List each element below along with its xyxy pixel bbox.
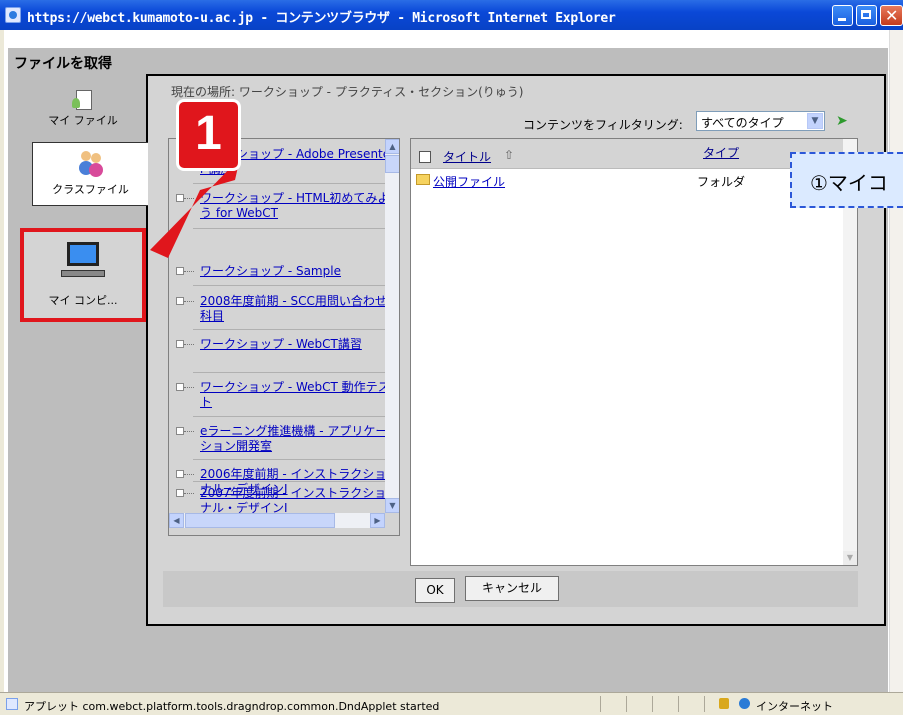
tab-my-computer[interactable]: マイ コンピ...	[20, 228, 146, 322]
tree-expander[interactable]	[176, 297, 184, 305]
folder-icon	[416, 174, 430, 185]
tree-expander[interactable]	[176, 383, 184, 391]
list-item-type: フォルダ	[697, 175, 746, 189]
tree-vertical-scrollbar[interactable]: ▲ ▼	[385, 139, 399, 513]
column-title-header[interactable]: タイトル	[443, 148, 491, 165]
chevron-down-icon[interactable]: ▼	[807, 113, 823, 129]
status-text: アプレット com.webct.platform.tools.dragndrop…	[24, 700, 440, 713]
minimize-button[interactable]	[832, 5, 853, 26]
go-arrow-icon[interactable]: ➤	[836, 113, 848, 129]
scroll-up-icon[interactable]: ▲	[385, 139, 399, 154]
tree-item-link[interactable]: ワークショップ - WebCT 動作テスト	[200, 380, 392, 410]
maximize-icon	[861, 10, 871, 19]
my-files-icon	[70, 88, 96, 112]
close-icon: ✕	[885, 6, 899, 25]
tab-my-files[interactable]: マイ ファイル	[28, 88, 138, 138]
filter-label: コンテンツをフィルタリング:	[523, 118, 683, 132]
scroll-left-icon[interactable]: ◀	[169, 513, 184, 528]
class-files-icon	[78, 149, 104, 173]
dialog-title: ファイルを取得	[14, 56, 112, 72]
tree-item-link[interactable]: ワークショップ - Sample	[200, 264, 392, 279]
tree-item-link[interactable]: eラーニング推進機構 - アプリケーション開発室	[200, 424, 392, 454]
maximize-button[interactable]	[856, 5, 877, 26]
sort-icon: ⇧	[504, 148, 515, 162]
tree-expander[interactable]	[176, 340, 184, 348]
current-location: 現在の場所: ワークショップ - プラクティス・セクション(りゅう)	[171, 85, 524, 99]
tree-expander[interactable]	[176, 489, 184, 497]
scroll-down-icon[interactable]: ▼	[843, 551, 857, 565]
tree-expander[interactable]	[176, 470, 184, 478]
title-bar: https://webct.kumamoto-u.ac.jp - コンテンツブラ…	[0, 0, 903, 30]
list-header: タイトル ⇧ タイプ	[411, 139, 843, 169]
status-bar: アプレット com.webct.platform.tools.dragndrop…	[0, 692, 903, 715]
tab-my-files-label: マイ ファイル	[48, 114, 118, 127]
lock-icon	[719, 698, 729, 709]
annotation-callout: ①マイコ	[790, 152, 903, 208]
list-item[interactable]: 公開ファイル フォルダ	[411, 169, 843, 191]
tab-my-computer-label: マイ コンピ...	[48, 294, 118, 307]
scroll-down-icon[interactable]: ▼	[385, 498, 399, 513]
page-icon	[6, 698, 18, 710]
tree-item-link[interactable]: ワークショップ - WebCT講習	[200, 337, 392, 352]
scroll-thumb[interactable]	[185, 513, 335, 528]
tree-item-link[interactable]: 2008年度前期 - SCC用問い合わせ科目	[200, 294, 392, 324]
list-item-name[interactable]: 公開ファイル	[433, 173, 505, 190]
step-number-badge: 1	[176, 99, 241, 171]
cancel-button[interactable]: キャンセル	[465, 576, 559, 601]
security-zone: インターネット	[756, 700, 833, 713]
scroll-thumb[interactable]	[385, 155, 399, 173]
tree-expander[interactable]	[176, 427, 184, 435]
tab-class-files[interactable]: クラスファイル	[32, 142, 148, 206]
globe-icon	[739, 698, 750, 709]
minimize-icon	[838, 18, 846, 21]
ie-icon	[5, 7, 21, 23]
computer-icon	[61, 242, 105, 278]
tree-horizontal-scrollbar[interactable]: ◀ ▶	[169, 513, 385, 528]
tree-expander[interactable]	[176, 267, 184, 275]
close-button[interactable]: ✕	[880, 5, 903, 26]
scroll-right-icon[interactable]: ▶	[370, 513, 385, 528]
filter-value: すべてのタイプ	[701, 116, 784, 130]
filter-select[interactable]: すべてのタイプ ▼	[696, 111, 825, 131]
column-type-header[interactable]: タイプ	[703, 144, 739, 161]
window-title: https://webct.kumamoto-u.ac.jp - コンテンツブラ…	[27, 11, 616, 26]
select-all-checkbox[interactable]	[419, 151, 431, 163]
tree-item-link[interactable]: 2007年度前期 - インストラクショナル・デザインI	[200, 486, 392, 516]
ok-button[interactable]: OK	[415, 578, 455, 603]
tab-class-files-label: クラスファイル	[52, 183, 129, 196]
page-scrollbar[interactable]	[889, 30, 903, 692]
